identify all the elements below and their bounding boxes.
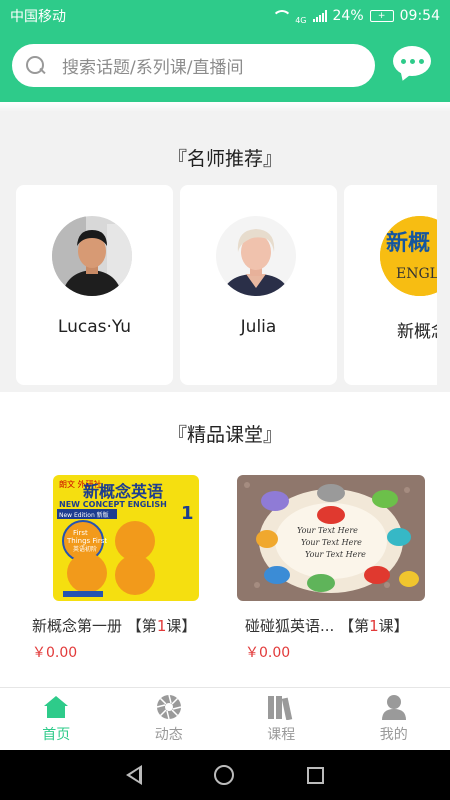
bottom-tab-bar: 首页 动态 课程 我的 xyxy=(0,687,450,750)
network-label: 4G xyxy=(295,15,307,25)
course-card[interactable]: Your Text Here Your Text Here Your Text … xyxy=(237,475,437,661)
battery-percent: 24% xyxy=(332,8,364,24)
svg-text:1: 1 xyxy=(181,503,194,524)
course-card[interactable]: 朗文 外研社 新概念英语 NEW CONCEPT ENGLISH 1 New E… xyxy=(32,475,238,661)
tab-home[interactable]: 首页 xyxy=(0,688,113,750)
course-cover: Your Text Here Your Text Here Your Text … xyxy=(237,475,425,601)
system-nav-bar xyxy=(0,750,450,800)
person-icon xyxy=(380,694,408,720)
recents-icon[interactable] xyxy=(306,766,324,784)
course-title: 新概念第一册 【第1课】 xyxy=(32,617,197,635)
search-placeholder: 搜索话题/系列课/直播间 xyxy=(62,58,244,78)
tab-label: 动态 xyxy=(154,727,183,743)
chat-dots-icon xyxy=(400,58,406,64)
avatar xyxy=(52,216,132,296)
teacher-section: 『名师推荐』 Lucas·Yu Julia 新概 ENGL 新概 xyxy=(0,112,450,385)
svg-text:新概念英语: 新概念英语 xyxy=(83,482,163,501)
clock: 09:54 xyxy=(399,8,440,24)
course-title: 碰碰狐英语... 【第1课】 xyxy=(245,617,409,635)
svg-text:First: First xyxy=(73,529,88,537)
signal-icon xyxy=(312,10,327,22)
carrier-label: 中国移动 xyxy=(10,9,66,25)
avatar xyxy=(216,216,296,296)
avatar: 新概 ENGL xyxy=(380,216,437,296)
svg-text:NEW CONCEPT ENGLISH: NEW CONCEPT ENGLISH xyxy=(59,500,167,509)
home-icon xyxy=(42,694,70,720)
svg-text:Your Text Here: Your Text Here xyxy=(305,550,366,559)
back-icon[interactable] xyxy=(126,765,143,785)
message-button[interactable] xyxy=(393,46,431,76)
tab-label: 我的 xyxy=(379,727,408,743)
top-header: 搜索话题/系列课/直播间 xyxy=(0,32,450,102)
wifi-icon xyxy=(271,10,293,22)
tab-feed[interactable]: 动态 xyxy=(113,688,226,750)
svg-text:英语初阶: 英语初阶 xyxy=(73,545,97,553)
teacher-name: 新概念 xyxy=(397,322,437,342)
course-price: ￥0.00 xyxy=(245,645,291,661)
tab-label: 课程 xyxy=(267,727,296,743)
tab-label: 首页 xyxy=(42,727,71,743)
teacher-name: Julia xyxy=(240,317,277,337)
avatar-logo-sub: ENGL xyxy=(396,266,437,282)
svg-text:Things First: Things First xyxy=(66,537,107,545)
aperture-icon xyxy=(155,694,183,720)
course-price: ￥0.00 xyxy=(32,645,78,661)
teacher-section-title: 『名师推荐』 xyxy=(167,148,282,170)
tab-courses[interactable]: 课程 xyxy=(225,688,338,750)
svg-text:New Edition 新版: New Edition 新版 xyxy=(59,511,109,519)
search-input[interactable]: 搜索话题/系列课/直播间 xyxy=(12,44,375,87)
home-content[interactable]: 『名师推荐』 Lucas·Yu Julia 新概 ENGL 新概 『精品课堂』 … xyxy=(0,102,450,687)
teacher-card[interactable]: Julia xyxy=(180,185,337,385)
course-cover: 朗文 外研社 新概念英语 NEW CONCEPT ENGLISH 1 New E… xyxy=(53,475,199,601)
teacher-name: Lucas·Yu xyxy=(57,317,132,337)
home-circle-icon[interactable] xyxy=(214,765,235,785)
search-icon xyxy=(26,55,46,76)
status-bar: 中国移动 4G 24% + 09:54 xyxy=(0,0,450,32)
battery-icon: + xyxy=(369,10,394,22)
avatar-logo-text: 新概 xyxy=(386,230,430,256)
teacher-card[interactable]: Lucas·Yu xyxy=(16,185,173,385)
teacher-carousel[interactable]: Lucas·Yu Julia 新概 ENGL 新概 xyxy=(16,185,437,385)
course-section-title: 『精品课堂』 xyxy=(167,424,282,446)
teacher-card[interactable]: 新概 ENGL 新概念 xyxy=(344,185,437,385)
course-section: 『精品课堂』 朗文 外研社 新概念英语 NEW CONCEPT ENGLISH … xyxy=(0,392,450,687)
tab-profile[interactable]: 我的 xyxy=(338,688,450,750)
svg-text:Your Text Here: Your Text Here xyxy=(297,526,358,535)
svg-text:Your Text Here: Your Text Here xyxy=(301,538,362,547)
books-icon xyxy=(267,694,295,720)
